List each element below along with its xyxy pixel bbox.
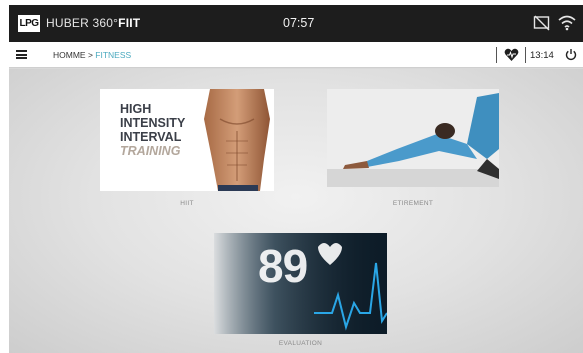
navigation-bar: HOMME > FITNESS 13:14 [9, 42, 583, 68]
tile-evaluation-label: EVALUATION [278, 340, 323, 347]
athlete-torso-photo [204, 89, 270, 191]
tile-etirement[interactable]: ETIREMENT [327, 89, 499, 215]
brand-name: HUBER 360° [46, 16, 119, 30]
brand-title: HUBER 360°FIIT [46, 16, 140, 30]
hamburger-menu-icon[interactable] [16, 50, 27, 59]
breadcrumb-current: FITNESS [95, 50, 132, 60]
power-icon[interactable] [565, 48, 577, 61]
evaluation-image: 89 [214, 233, 387, 334]
heart-rate-icon[interactable] [504, 48, 519, 62]
etirement-image [327, 89, 499, 187]
tile-hiit[interactable]: HIGH INTENSITY INTERVAL TRAINING HIIT [100, 89, 274, 215]
divider [496, 47, 497, 63]
tile-evaluation[interactable]: 89 EVALUATION [214, 233, 387, 349]
system-clock: 07:57 [283, 16, 315, 30]
tablet-screen: LPG HUBER 360°FIIT 07:57 HOMME > FITNESS… [9, 5, 583, 353]
fitness-menu: HIGH INTENSITY INTERVAL TRAINING HIIT ET… [9, 69, 583, 353]
brand-suffix: FIIT [118, 16, 141, 30]
tile-hiit-label: HIIT [180, 200, 194, 207]
session-controls: 13:14 [491, 42, 583, 68]
tile-etirement-label: ETIREMENT [392, 200, 434, 207]
lpg-logo: LPG [18, 15, 40, 32]
divider [525, 47, 526, 63]
device-frame: LPG HUBER 360°FIIT 07:57 HOMME > FITNESS… [0, 0, 583, 353]
status-bar: LPG HUBER 360°FIIT 07:57 [9, 5, 583, 42]
stretching-photo [327, 89, 499, 187]
session-timer: 13:14 [530, 50, 554, 61]
hiit-image: HIGH INTENSITY INTERVAL TRAINING [100, 89, 274, 191]
breadcrumb: HOMME > FITNESS [53, 50, 131, 60]
cast-off-icon [533, 15, 550, 31]
bpm-readout: 89 [258, 240, 308, 292]
breadcrumb-home[interactable]: HOMME > [53, 50, 93, 60]
wifi-icon [558, 15, 576, 31]
hiit-image-text: HIGH INTENSITY INTERVAL TRAINING [120, 102, 186, 158]
